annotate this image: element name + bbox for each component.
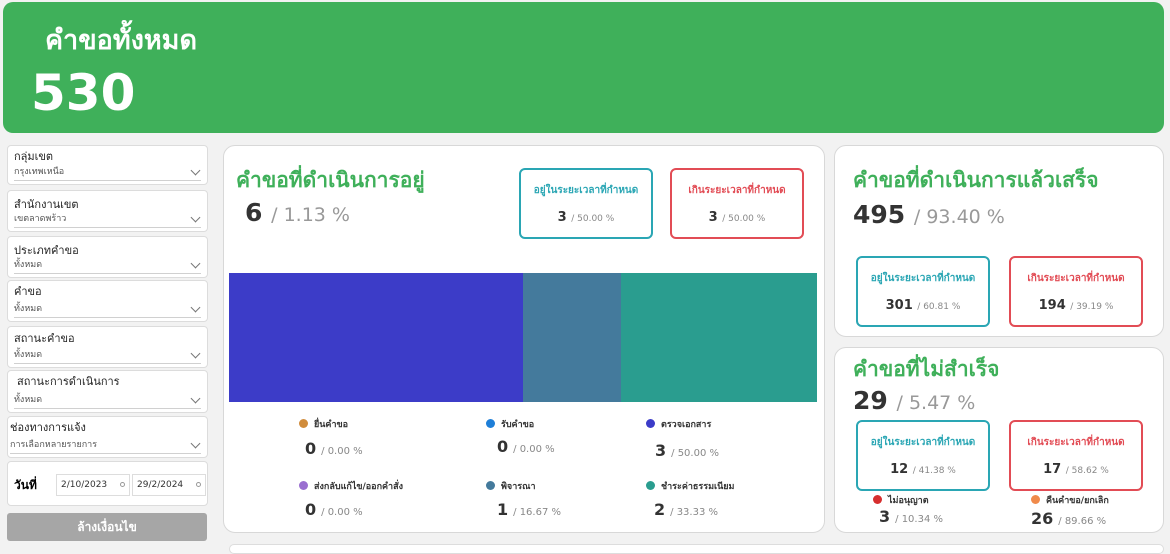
clear-filters-button[interactable]: ล้างเงื่อนไข	[7, 513, 207, 541]
bar-segment-2	[523, 273, 621, 402]
bottom-panel-edge	[229, 544, 1164, 554]
legend-item: ส่งกลับแก้ไข/ออกคำสั่ง 0/ 0.00 %	[299, 479, 469, 519]
filter-label: คำขอ	[14, 285, 42, 298]
in-progress-stacked-bar	[229, 273, 817, 402]
filter-select[interactable]: ทั้งหมด	[14, 391, 201, 409]
legend-dot	[299, 481, 308, 490]
filter-label: ช่องทางการแจ้ง	[10, 421, 86, 434]
legend-item: ตรวจเอกสาร 3/ 50.00 %	[646, 417, 816, 460]
chevron-down-icon	[190, 212, 201, 223]
legend-dot	[873, 495, 882, 504]
filter-report-channel[interactable]: ช่องทางการแจ้ง การเลือกหลายรายการ	[7, 416, 208, 458]
filter-select[interactable]: เขตลาดพร้าว	[14, 210, 201, 228]
filter-process-status[interactable]: สถานะการดำเนินการ ทั้งหมด	[7, 370, 208, 413]
failed-on-time: อยู่ในระยะเวลาที่กำหนด 12 / 41.38 %	[856, 420, 990, 491]
filter-request-type[interactable]: ประเภทคำขอ ทั้งหมด	[7, 236, 208, 278]
filter-select[interactable]: การเลือกหลายรายการ	[10, 436, 201, 454]
in-progress-total: 6 / 1.13 %	[245, 198, 350, 227]
filter-label: สถานะคำขอ	[14, 332, 75, 345]
failed-card: คำขอที่ไม่สำเร็จ 29 / 5.47 % อยู่ในระยะเ…	[834, 347, 1164, 533]
legend-dot	[646, 481, 655, 490]
failed-title: คำขอที่ไม่สำเร็จ	[853, 357, 1000, 381]
legend-item: คืนคำขอ/ยกเลิก 26/ 89.66 %	[1031, 495, 1109, 528]
in-progress-overdue: เกินระยะเวลาที่กำหนด 3 / 50.00 %	[670, 168, 804, 239]
date-start-input[interactable]: 2/10/2023	[56, 474, 130, 496]
chevron-down-icon	[190, 165, 201, 176]
legend-item: ไม่อนุญาต 3/ 10.34 %	[873, 493, 1043, 526]
failed-overdue: เกินระยะเวลาที่กำหนด 17 / 58.62 %	[1009, 420, 1143, 491]
bar-segment-1	[229, 273, 523, 402]
filter-select[interactable]: ทั้งหมด	[14, 300, 201, 318]
filter-zone-group[interactable]: กลุ่มเขต กรุงเทพเหนือ	[7, 145, 208, 185]
legend-dot	[486, 481, 495, 490]
chevron-down-icon	[190, 302, 201, 313]
completed-title: คำขอที่ดำเนินการแล้วเสร็จ	[853, 168, 1099, 192]
completed-on-time: อยู่ในระยะเวลาที่กำหนด 301 / 60.81 %	[856, 256, 990, 327]
chevron-down-icon	[190, 258, 201, 269]
filter-label: สถานะการดำเนินการ	[17, 375, 120, 388]
completed-card: คำขอที่ดำเนินการแล้วเสร็จ 495 / 93.40 % …	[834, 145, 1164, 337]
filter-request[interactable]: คำขอ ทั้งหมด	[7, 280, 208, 322]
completed-total: 495 / 93.40 %	[853, 200, 1005, 229]
total-requests-value: 530	[31, 64, 136, 122]
failed-total: 29 / 5.47 %	[853, 386, 976, 415]
completed-overdue: เกินระยะเวลาที่กำหนด 194 / 39.19 %	[1009, 256, 1143, 327]
chevron-down-icon	[190, 348, 201, 359]
date-label: วันที่	[14, 478, 37, 492]
in-progress-title: คำขอที่ดำเนินการอยู่	[236, 168, 425, 192]
filter-district-office[interactable]: สำนักงานเขต เขตลาดพร้าว	[7, 190, 208, 232]
total-requests-title: คำขอทั้งหมด	[45, 25, 198, 56]
in-progress-on-time: อยู่ในระยะเวลาที่กำหนด 3 / 50.00 %	[519, 168, 653, 239]
legend-dot	[486, 419, 495, 428]
legend-dot	[1031, 495, 1040, 504]
legend-item: รับคำขอ 0/ 0.00 %	[486, 417, 656, 456]
date-end-input[interactable]: 29/2/2024	[132, 474, 206, 496]
chevron-down-icon	[190, 438, 201, 449]
legend-dot	[646, 419, 655, 428]
filter-select[interactable]: กรุงเทพเหนือ	[14, 163, 201, 181]
date-range-filter: วันที่ 2/10/2023 29/2/2024	[7, 461, 208, 506]
bar-segment-3	[621, 273, 817, 402]
legend-dot	[299, 419, 308, 428]
chevron-down-icon	[190, 393, 201, 404]
calendar-icon	[196, 482, 201, 487]
legend-item: พิจารณา 1/ 16.67 %	[486, 479, 656, 519]
legend-item: ชำระค่าธรรมเนียม 2/ 33.33 %	[646, 479, 816, 519]
filter-select[interactable]: ทั้งหมด	[14, 256, 201, 274]
legend-item: ยื่นคำขอ 0/ 0.00 %	[299, 417, 469, 458]
calendar-icon	[120, 482, 125, 487]
filter-select[interactable]: ทั้งหมด	[14, 346, 201, 364]
total-requests-banner: คำขอทั้งหมด 530	[3, 2, 1164, 133]
filter-request-status[interactable]: สถานะคำขอ ทั้งหมด	[7, 326, 208, 368]
